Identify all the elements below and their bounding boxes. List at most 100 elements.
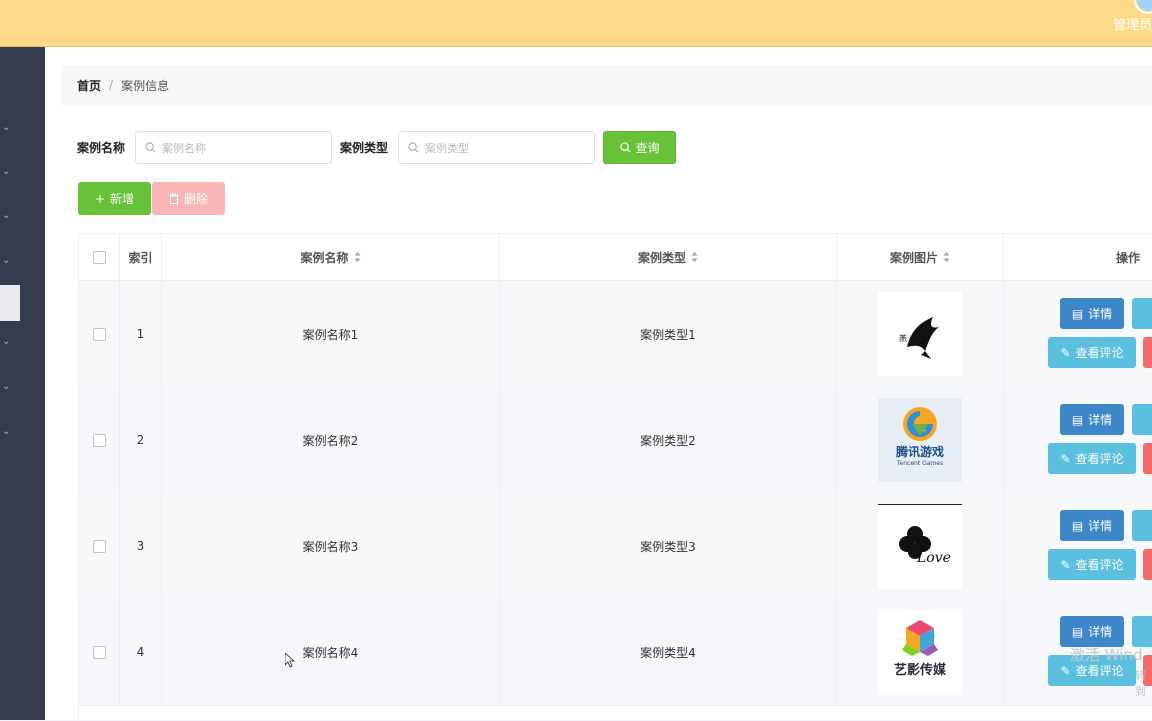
detail-button-label: 详情 <box>1088 307 1113 321</box>
comment-button-label: 查看评论 <box>1075 452 1124 466</box>
row-image-cell: 燕 <box>837 281 1004 387</box>
row-delete-button[interactable] <box>1143 443 1152 474</box>
row-select-cell <box>79 599 120 705</box>
action-bar: + 新增 删除 <box>78 182 225 215</box>
row-checkbox[interactable] <box>92 433 106 447</box>
row-select-cell <box>79 493 120 599</box>
edit-button[interactable] <box>1132 404 1152 435</box>
chevron-down-icon[interactable]: ⌄ <box>2 337 12 347</box>
row-name: 案例名称2 <box>162 387 500 493</box>
add-button[interactable]: + 新增 <box>78 182 151 215</box>
row-actions: ▤ 详情 ✎ 查看评论 <box>1004 387 1152 493</box>
doc-icon: ▤ <box>1071 624 1084 639</box>
case-image[interactable]: 燕 <box>878 292 962 376</box>
tencent-games-logo-icon: 腾讯游戏 Tencent Games <box>895 407 944 467</box>
type-search-label: 案例类型 <box>340 141 389 155</box>
delete-button[interactable]: 删除 <box>152 182 225 215</box>
chevron-down-icon[interactable]: ⌄ <box>2 427 12 437</box>
sidebar-item-active[interactable] <box>0 285 20 321</box>
sort-icon[interactable] <box>943 252 950 262</box>
table-row: 1 案例名称1 案例类型1 燕 ▤ 详情 ✎ 查看评论 <box>79 281 1152 388</box>
select-all-checkbox[interactable] <box>92 250 106 264</box>
sort-icon[interactable] <box>691 252 698 262</box>
row-type: 案例类型4 <box>500 599 837 705</box>
name-search-label: 案例名称 <box>77 141 126 155</box>
edit-icon: ✎ <box>1060 451 1071 466</box>
row-index: 3 <box>120 493 162 599</box>
header-type[interactable]: 案例类型 <box>500 234 837 280</box>
breadcrumb: 首页 / 案例信息 <box>61 65 1152 105</box>
row-ops-cell: ▤ 详情 ✎ 查看评论 <box>1004 281 1152 387</box>
row-name: 案例名称3 <box>162 493 500 599</box>
delete-button-label: 删除 <box>183 192 208 206</box>
row-delete-button[interactable] <box>1143 337 1152 368</box>
query-button[interactable]: 查询 <box>603 131 677 164</box>
row-type: 案例类型3 <box>500 493 837 599</box>
edit-button[interactable] <box>1132 616 1152 647</box>
main-content: 首页 / 案例信息 案例名称 案例类型 查询 + 新增 删除 <box>45 47 1152 721</box>
activation-watermark-sub: 转到 <box>1135 669 1146 698</box>
name-search-input[interactable] <box>160 138 325 158</box>
row-index: 1 <box>120 281 162 387</box>
sort-icon[interactable] <box>353 252 361 262</box>
detail-button[interactable]: ▤ 详情 <box>1060 616 1124 647</box>
logo-text: 艺影传媒 <box>894 662 947 678</box>
header-image-label: 案例图片 <box>889 250 938 265</box>
case-table: 索引 案例名称 案例类型 案例图片 操作 1 案例名称1 案例类型1 燕 ▤ 详… <box>78 233 1152 721</box>
activation-watermark: 激活 Wind <box>1070 646 1143 664</box>
breadcrumb-home[interactable]: 首页 <box>77 77 101 94</box>
doc-icon: ▤ <box>1071 306 1084 321</box>
row-name: 案例名称4 <box>162 599 500 705</box>
case-image[interactable]: 腾讯游戏 Tencent Games <box>878 398 962 482</box>
row-checkbox[interactable] <box>92 539 106 553</box>
detail-button-label: 详情 <box>1088 519 1113 533</box>
edit-button[interactable] <box>1132 298 1152 329</box>
type-search-box <box>398 131 596 164</box>
detail-button[interactable]: ▤ 详情 <box>1060 404 1124 435</box>
admin-label[interactable]: 管理员 <box>1113 14 1152 33</box>
detail-button-label: 详情 <box>1088 413 1113 427</box>
chevron-down-icon[interactable]: ⌄ <box>2 123 12 133</box>
row-ops-cell: ▤ 详情 ✎ 查看评论 <box>1004 387 1152 493</box>
edit-button[interactable] <box>1132 510 1152 541</box>
case-image[interactable]: Love <box>878 503 962 589</box>
doc-icon: ▤ <box>1071 518 1084 533</box>
row-image-cell: Love <box>837 493 1004 599</box>
header-name[interactable]: 案例名称 <box>162 234 500 280</box>
edit-icon: ✎ <box>1060 663 1071 678</box>
chevron-down-icon[interactable]: ⌄ <box>2 382 12 392</box>
breadcrumb-current: 案例信息 <box>121 78 170 93</box>
row-checkbox[interactable] <box>92 645 106 659</box>
query-button-label: 查询 <box>635 141 660 155</box>
row-checkbox[interactable] <box>92 327 106 341</box>
detail-button[interactable]: ▤ 详情 <box>1060 298 1124 329</box>
sidebar: ⌄ ⌄ ⌄ ⌄ ⌄ ⌄ ⌄ <box>0 47 45 720</box>
plus-icon: + <box>94 191 106 206</box>
row-image-cell: 腾讯游戏 Tencent Games <box>837 387 1004 493</box>
row-ops-cell: ▤ 详情 ✎ 查看评论 <box>1004 493 1152 599</box>
top-bar: 管理员 <box>0 0 1152 47</box>
header-image[interactable]: 案例图片 <box>837 234 1004 280</box>
row-type: 案例类型1 <box>500 281 837 387</box>
avatar[interactable] <box>1134 0 1152 14</box>
chevron-down-icon[interactable]: ⌄ <box>2 167 12 177</box>
breadcrumb-separator: / <box>109 78 114 92</box>
case-image[interactable]: 艺影传媒 <box>878 610 962 694</box>
comment-button[interactable]: ✎ 查看评论 <box>1048 337 1136 368</box>
header-index: 索引 <box>120 234 162 280</box>
comment-button[interactable]: ✎ 查看评论 <box>1048 549 1136 580</box>
chevron-down-icon[interactable]: ⌄ <box>2 211 12 221</box>
row-image-cell: 艺影传媒 <box>837 599 1004 705</box>
detail-button[interactable]: ▤ 详情 <box>1060 510 1124 541</box>
logo-text: Love <box>916 550 951 566</box>
header-type-label: 案例类型 <box>637 250 686 265</box>
edit-icon: ✎ <box>1060 345 1071 360</box>
table-header: 索引 案例名称 案例类型 案例图片 操作 <box>79 234 1152 281</box>
type-search-input[interactable] <box>423 138 588 158</box>
row-actions: ▤ 详情 ✎ 查看评论 <box>1004 493 1152 599</box>
logo-text: 腾讯游戏 <box>895 444 944 459</box>
row-name: 案例名称1 <box>162 281 500 387</box>
chevron-down-icon[interactable]: ⌄ <box>2 256 12 266</box>
comment-button[interactable]: ✎ 查看评论 <box>1048 443 1136 474</box>
row-delete-button[interactable] <box>1143 549 1152 580</box>
